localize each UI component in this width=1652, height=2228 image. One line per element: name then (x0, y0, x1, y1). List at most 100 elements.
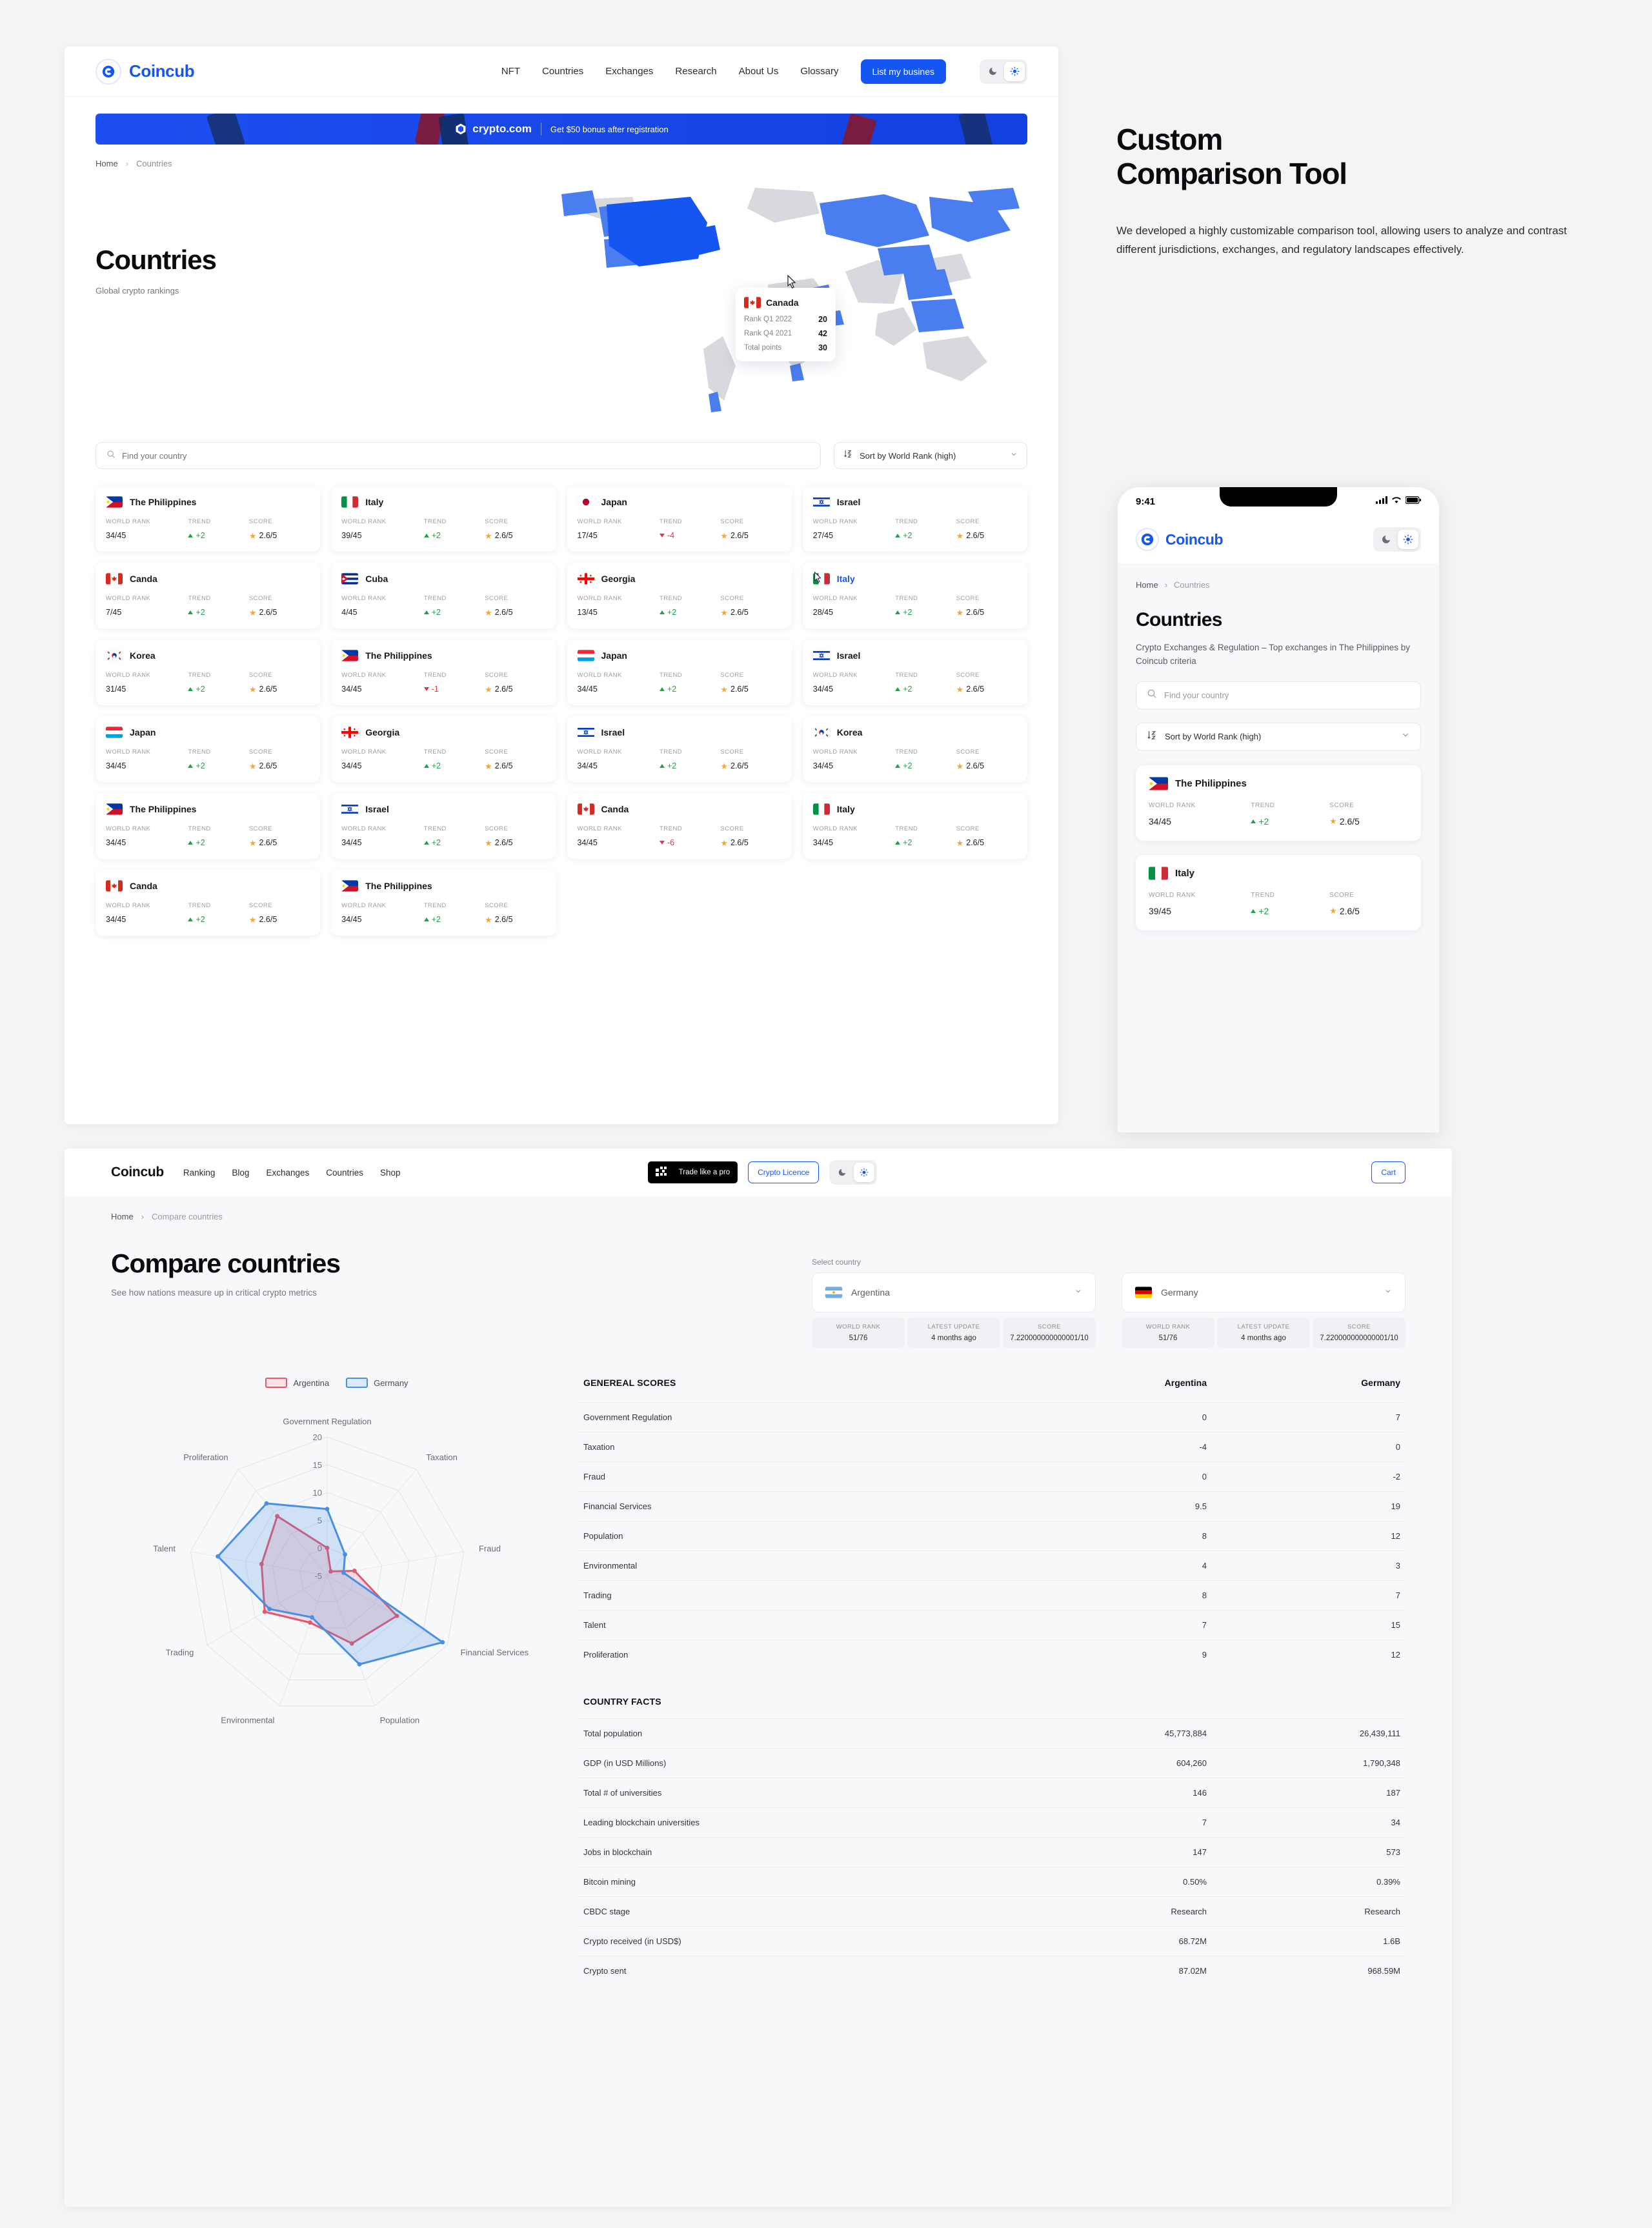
country-card[interactable]: Cuba WORLD RANK TREND SCORE 4/45 +2 ★ 2.6… (331, 563, 556, 628)
moon-icon[interactable] (832, 1163, 852, 1182)
score-label: SCORE (956, 825, 980, 832)
theme-toggle[interactable] (980, 59, 1027, 84)
compare-logo[interactable]: Coincub (111, 1165, 164, 1180)
country-card[interactable]: The Philippines WORLD RANK TREND SCORE 3… (1136, 765, 1421, 841)
nav-item-nft[interactable]: NFT (501, 66, 520, 77)
phone-sort-dropdown[interactable]: Sort by World Rank (high) (1136, 722, 1421, 751)
country-select-argentina[interactable]: Argentina (812, 1272, 1096, 1312)
phone-time: 9:41 (1136, 496, 1156, 507)
nav2-item-ranking[interactable]: Ranking (183, 1168, 216, 1178)
list-my-business-button[interactable]: List my busines (860, 59, 946, 84)
row-value-b: 26,439,111 (1359, 1729, 1400, 1738)
trend-label: TREND (659, 518, 683, 525)
world-map[interactable]: Canada Rank Q1 2022 20 Rank Q4 2021 42 T… (542, 175, 1032, 433)
country-selectors: Select country Argentina WORLD RANK 51/76… (812, 1249, 1405, 1348)
country-card[interactable]: The Philippines WORLD RANK TREND SCORE 3… (331, 639, 556, 705)
nav-item-glossary[interactable]: Glossary (800, 66, 838, 77)
nav-item-about-us[interactable]: About Us (739, 66, 779, 77)
country-card-name: Japan (601, 497, 627, 507)
sun-icon[interactable] (854, 1163, 875, 1182)
score-value: ★ 2.6/5 (248, 838, 277, 848)
nav2-item-exchanges[interactable]: Exchanges (266, 1168, 309, 1178)
world-rank-label: WORLD RANK (106, 595, 151, 602)
country-card[interactable]: Georgia WORLD RANK TREND SCORE 34/45 +2 … (331, 716, 556, 782)
country-card[interactable]: Japan WORLD RANK TREND SCORE 34/45 +2 ★ 2… (567, 639, 792, 705)
world-rank-value: 34/45 (812, 685, 834, 694)
star-icon: ★ (485, 530, 492, 541)
nav-item-exchanges[interactable]: Exchanges (605, 66, 653, 77)
sort-dropdown[interactable]: Sort by World Rank (high) (834, 442, 1027, 469)
country-card[interactable]: Canda WORLD RANK TREND SCORE 7/45 +2 ★ 2.… (96, 563, 321, 628)
country-card[interactable]: Italy WORLD RANK TREND SCORE 39/45 +2 ★ 2… (1136, 854, 1421, 930)
nav-item-research[interactable]: Research (675, 66, 716, 77)
table-row: Total population 45,773,884 26,439,111 (578, 1718, 1405, 1748)
cart-button[interactable]: Cart (1371, 1161, 1405, 1183)
country-card[interactable]: Korea WORLD RANK TREND SCORE 31/45 +2 ★ 2… (96, 639, 321, 705)
compare-navbar: Coincub Ranking Blog Exchanges Countries… (65, 1149, 1452, 1196)
compare-theme-toggle[interactable] (829, 1160, 878, 1185)
search-box[interactable] (96, 442, 821, 469)
country-card[interactable]: Israel WORLD RANK TREND SCORE 27/45 +2 ★… (802, 486, 1027, 552)
nav-item-countries[interactable]: Countries (542, 66, 583, 77)
country-card[interactable]: The Philippines WORLD RANK TREND SCORE 3… (96, 793, 321, 859)
country-card[interactable]: The Philippines WORLD RANK TREND SCORE 3… (96, 486, 321, 552)
phone-search-box[interactable]: Find your country (1136, 681, 1421, 710)
logo[interactable]: Coincub (96, 58, 195, 85)
flag-de-icon (1135, 1287, 1152, 1298)
trend-arrow-icon (423, 841, 429, 845)
country-card[interactable]: Canda WORLD RANK TREND SCORE 34/45 -6 ★ 2… (567, 793, 792, 859)
promo-banner[interactable]: crypto.com Get $50 bonus after registrat… (96, 114, 1027, 145)
row-value-b: 7 (1395, 1412, 1400, 1422)
scores-title: GENEREAL SCORES (583, 1378, 676, 1388)
trend-label: TREND (659, 595, 683, 602)
nav2-item-shop[interactable]: Shop (380, 1168, 401, 1178)
star-icon: ★ (1329, 906, 1337, 916)
country-card[interactable]: Korea WORLD RANK TREND SCORE 34/45 +2 ★ 2… (802, 716, 1027, 782)
search-icon (106, 450, 116, 462)
country-card[interactable]: Georgia WORLD RANK TREND SCORE 13/45 +2 … (567, 563, 792, 628)
flag-ca-icon (577, 803, 594, 815)
sun-icon[interactable] (1398, 530, 1418, 549)
country-card[interactable]: Israel WORLD RANK TREND SCORE 34/45 +2 ★… (567, 716, 792, 782)
table-row: Crypto sent 87.02M 968.59M (578, 1956, 1405, 1985)
crypto-licence-button[interactable]: Crypto Licence (748, 1161, 820, 1183)
moon-icon[interactable] (1376, 530, 1396, 549)
country-card[interactable]: Italy WORLD RANK TREND SCORE 28/45 +2 ★ 2… (802, 563, 1027, 628)
country-select-germany[interactable]: Germany (1122, 1272, 1405, 1312)
radar-point (341, 1571, 346, 1575)
moon-icon[interactable] (982, 62, 1003, 81)
phone-theme-toggle[interactable] (1373, 527, 1421, 552)
country-card[interactable]: Italy WORLD RANK TREND SCORE 39/45 +2 ★ 2… (331, 486, 556, 552)
country-card[interactable]: Canda WORLD RANK TREND SCORE 34/45 +2 ★ 2… (96, 870, 321, 936)
compare-breadcrumb-home[interactable]: Home (111, 1212, 134, 1221)
tooltip-row-label: Rank Q4 2021 (744, 330, 792, 337)
score-value: ★ 2.6/5 (485, 838, 513, 848)
row-value-a: 604,260 (1176, 1758, 1207, 1768)
country-card[interactable]: Japan WORLD RANK TREND SCORE 17/45 -4 ★ 2… (567, 486, 792, 552)
trend-value: +2 (895, 761, 956, 770)
search-input[interactable] (122, 450, 810, 461)
row-value-b: Research (1364, 1907, 1400, 1916)
country-card[interactable]: Italy WORLD RANK TREND SCORE 34/45 +2 ★ 2… (802, 793, 1027, 859)
sun-icon[interactable] (1004, 61, 1025, 81)
breadcrumb-home[interactable]: Home (96, 159, 118, 168)
trend-value: +2 (895, 838, 956, 847)
country-card[interactable]: Israel WORLD RANK TREND SCORE 34/45 +2 ★… (802, 639, 1027, 705)
phone-logo[interactable]: Coincub (1136, 528, 1224, 551)
compare-breadcrumb-current: Compare countries (152, 1212, 223, 1221)
world-rank-value: 34/45 (812, 761, 834, 770)
feature-body-text: We developed a highly customizable compa… (1116, 224, 1567, 256)
phone-breadcrumb-home[interactable]: Home (1136, 580, 1158, 590)
nav2-item-blog[interactable]: Blog (232, 1168, 249, 1178)
radar-axis-label: Trading (166, 1647, 194, 1657)
country-card[interactable]: Israel WORLD RANK TREND SCORE 34/45 +2 ★… (331, 793, 556, 859)
trend-value: +2 (188, 685, 248, 694)
okx-promo[interactable]: Trade like a pro (647, 1161, 738, 1183)
stat-label: SCORE (1347, 1323, 1371, 1330)
country-card[interactable]: Japan WORLD RANK TREND SCORE 34/45 +2 ★ 2… (96, 716, 321, 782)
nav2-item-countries[interactable]: Countries (326, 1168, 363, 1178)
trend-value: +2 (895, 531, 956, 540)
country-card[interactable]: The Philippines WORLD RANK TREND SCORE 3… (331, 870, 556, 936)
trend-label: TREND (423, 825, 447, 832)
trend-arrow-icon (423, 534, 429, 537)
